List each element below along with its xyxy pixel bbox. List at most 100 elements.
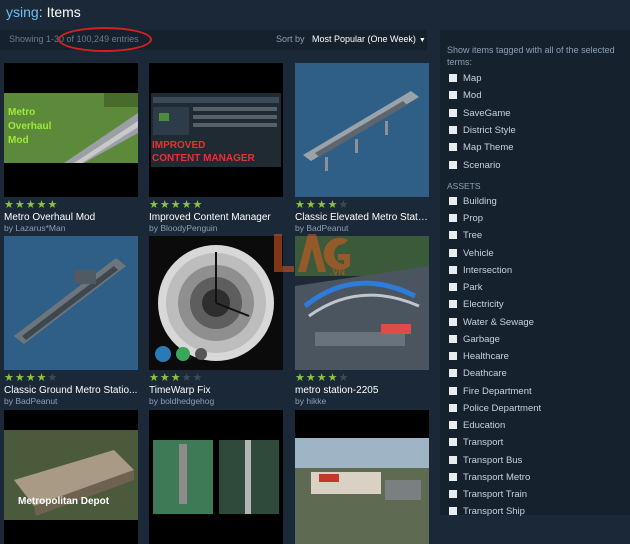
tag-label: Transport Bus <box>463 454 523 466</box>
checkbox-icon[interactable] <box>449 160 457 169</box>
item-thumbnail[interactable] <box>149 236 283 370</box>
page-header: ysing: Items <box>0 0 630 24</box>
checkbox-icon[interactable] <box>449 455 457 464</box>
star-filled-icon: ★ <box>25 372 37 384</box>
checkbox-icon[interactable] <box>449 248 457 257</box>
item-author[interactable]: by hikke <box>295 396 429 406</box>
tag-checkbox-row[interactable]: Map <box>449 73 481 90</box>
tag-checkbox-row[interactable]: Mod <box>449 90 481 107</box>
rating-stars: ★★★★★ <box>149 372 283 384</box>
item-author[interactable]: by Lazarus*Man <box>4 223 138 233</box>
tag-checkbox-row[interactable]: Park <box>449 282 483 299</box>
checkbox-icon[interactable] <box>449 334 457 343</box>
item-thumbnail[interactable]: IMPROVED CONTENT MANAGER <box>149 63 283 197</box>
item-title[interactable]: Classic Ground Metro Statio... <box>4 385 138 396</box>
tag-checkbox-row[interactable]: Map Theme <box>449 142 514 159</box>
checkbox-icon[interactable] <box>449 369 457 378</box>
tag-checkbox-row[interactable]: Transport Bus <box>449 455 522 472</box>
checkbox-icon[interactable] <box>449 231 457 240</box>
tag-checkbox-row[interactable]: District Style <box>449 125 516 142</box>
checkbox-icon[interactable] <box>449 108 457 117</box>
checkbox-icon[interactable] <box>449 507 457 516</box>
checkbox-icon[interactable] <box>449 196 457 205</box>
tag-checkbox-row[interactable]: Transport Train <box>449 489 527 506</box>
tag-checkbox-row[interactable]: Prop <box>449 213 483 230</box>
item-card[interactable]: ★★★★★ TimeWarp Fix by boldhedgehog <box>149 236 283 406</box>
star-filled-icon: ★ <box>170 372 182 384</box>
item-title[interactable]: metro station-2205 <box>295 385 429 396</box>
checkbox-icon[interactable] <box>449 490 457 499</box>
tag-checkbox-row[interactable]: Deathcare <box>449 368 507 385</box>
item-thumbnail[interactable] <box>295 63 429 197</box>
star-filled-icon: ★ <box>149 372 160 384</box>
checkbox-icon[interactable] <box>449 352 457 361</box>
item-card[interactable] <box>149 410 283 544</box>
item-thumbnail[interactable]: Metropolitan Depot <box>4 410 138 544</box>
tag-label: Fire Department <box>463 385 532 397</box>
checkbox-icon[interactable] <box>449 214 457 223</box>
tag-checkbox-row[interactable]: Transport Metro <box>449 472 530 489</box>
item-card[interactable]: ★★★★★ metro station-2205 by hikke <box>295 236 429 406</box>
item-card[interactable]: IMPROVED CONTENT MANAGER ★★★★★ Improved … <box>149 63 283 233</box>
item-title[interactable]: Metro Overhaul Mod <box>4 212 138 223</box>
star-filled-icon: ★ <box>25 199 37 211</box>
item-author[interactable]: by BloodyPenguin <box>149 223 283 233</box>
tag-checkbox-row[interactable]: Scenario <box>449 160 501 177</box>
tag-label: Map <box>463 73 482 84</box>
tag-label: Building <box>463 195 497 207</box>
item-author[interactable]: by BadPeanut <box>4 396 138 406</box>
item-author[interactable]: by boldhedgehog <box>149 396 283 406</box>
tag-checkbox-row[interactable]: Vehicle <box>449 248 494 265</box>
item-thumbnail[interactable] <box>295 236 429 370</box>
sort-dropdown[interactable]: Most Popular (One Week) ▼ <box>312 34 426 44</box>
item-card[interactable]: ★★★★★ Classic Ground Metro Statio... by … <box>4 236 138 406</box>
checkbox-icon[interactable] <box>449 317 457 326</box>
checkbox-icon[interactable] <box>449 438 457 447</box>
item-title[interactable]: TimeWarp Fix <box>149 385 283 396</box>
tag-checkbox-row[interactable]: Fire Department <box>449 386 532 403</box>
tag-checkbox-row[interactable]: Electricity <box>449 299 504 316</box>
checkbox-icon[interactable] <box>449 125 457 134</box>
checkbox-icon[interactable] <box>449 283 457 292</box>
tag-checkbox-row[interactable]: Building <box>449 196 497 213</box>
item-author[interactable]: by BadPeanut <box>295 223 429 233</box>
tag-checkbox-row[interactable]: Education <box>449 420 505 437</box>
tag-checkbox-row[interactable]: Intersection <box>449 265 512 282</box>
checkbox-icon[interactable] <box>449 386 457 395</box>
item-title[interactable]: Classic Elevated Metro Statio... <box>295 212 429 223</box>
tag-label: Scenario <box>463 159 501 171</box>
chevron-down-icon: ▼ <box>418 37 426 44</box>
thumb-caption: Overhaul <box>8 121 52 132</box>
checkbox-icon[interactable] <box>449 421 457 430</box>
checkbox-icon[interactable] <box>449 300 457 309</box>
item-thumbnail[interactable]: Metro Overhaul Mod <box>4 63 138 197</box>
item-thumbnail[interactable] <box>4 236 138 370</box>
checkbox-icon[interactable] <box>449 472 457 481</box>
tag-checkbox-row[interactable]: SaveGame <box>449 108 511 125</box>
tag-checkbox-row[interactable]: Police Department <box>449 403 541 420</box>
item-card[interactable]: ★★★★★ Classic Elevated Metro Statio... b… <box>295 63 429 233</box>
star-filled-icon: ★ <box>316 199 328 211</box>
tag-checkbox-row[interactable]: Tree <box>449 230 482 247</box>
item-thumbnail[interactable] <box>295 410 429 544</box>
checkbox-icon[interactable] <box>449 265 457 274</box>
star-filled-icon: ★ <box>159 199 171 211</box>
item-card[interactable]: Metropolitan Depot <box>4 410 138 544</box>
star-empty-icon: ★ <box>338 372 350 384</box>
breadcrumb-browsing-link[interactable]: ysing <box>6 4 39 20</box>
tag-checkbox-row[interactable]: Transport <box>449 437 503 454</box>
tag-label: Intersection <box>463 264 513 276</box>
tag-checkbox-row[interactable]: Healthcare <box>449 351 509 368</box>
star-filled-icon: ★ <box>327 372 339 384</box>
item-title[interactable]: Improved Content Manager <box>149 212 283 223</box>
rating-stars: ★★★★★ <box>295 372 429 384</box>
item-card[interactable]: Metro Overhaul Mod ★★★★★ Metro Overhaul … <box>4 63 138 233</box>
item-thumbnail[interactable] <box>149 410 283 544</box>
item-card[interactable] <box>295 410 429 544</box>
checkbox-icon[interactable] <box>449 143 457 152</box>
tag-checkbox-row[interactable]: Garbage <box>449 334 500 351</box>
checkbox-icon[interactable] <box>449 91 457 100</box>
tag-checkbox-row[interactable]: Water & Sewage <box>449 317 534 334</box>
checkbox-icon[interactable] <box>449 403 457 412</box>
checkbox-icon[interactable] <box>449 74 457 82</box>
